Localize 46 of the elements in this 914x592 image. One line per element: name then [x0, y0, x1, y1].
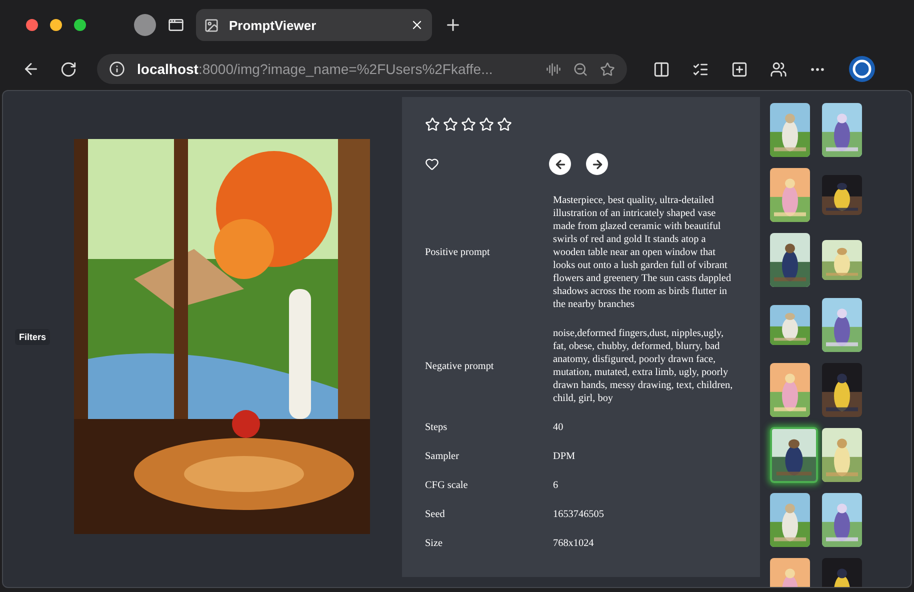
rating-star-icon[interactable] [443, 117, 458, 132]
site-info-icon[interactable] [109, 61, 125, 77]
detail-label: Negative prompt [425, 360, 494, 372]
detail-label: Sampler [425, 450, 459, 463]
detail-value: DPM [553, 450, 576, 463]
reload-icon[interactable] [60, 60, 77, 78]
zoom-window-button[interactable] [74, 19, 86, 31]
detail-value: 1653746505 [553, 508, 604, 521]
detail-value: 768x1024 [553, 537, 594, 550]
copilot-icon[interactable] [848, 55, 876, 83]
browser-tab[interactable]: PromptViewer [196, 9, 432, 41]
rating-star-icon[interactable] [425, 117, 440, 132]
add-favorite-icon[interactable] [600, 62, 615, 76]
detail-value: 6 [553, 479, 558, 492]
zoom-out-icon[interactable] [573, 62, 588, 76]
profile-avatar[interactable] [134, 14, 156, 36]
minimize-window-button[interactable] [50, 19, 62, 31]
close-tab-icon[interactable] [410, 18, 424, 32]
rating-star-icon[interactable] [497, 117, 512, 132]
back-icon[interactable] [22, 60, 40, 78]
detail-label: Steps [425, 421, 448, 434]
profile-icon[interactable] [770, 60, 787, 78]
url-text: localhost:8000/img?image_name=%2FUsers%2Fkaffe... [137, 61, 494, 77]
tab-favicon-icon [204, 18, 219, 32]
filters-tab[interactable]: Filters [15, 329, 50, 345]
detail-value: Masterpiece, best quality, ultra-detailed illustration of an intricately shaped vase made from glazed ceramic with beautiful swirls of red and gold It stands atop a wooden table near an open window that looks out onto a lush garden full of vibrant flowers and greenery The sun casts dappled shadows across the room as birds flutter in the nearby branches [553, 194, 732, 311]
collections-icon[interactable] [731, 60, 748, 78]
right-arrow-icon [590, 158, 604, 170]
previous-button[interactable] [549, 153, 572, 175]
next-button[interactable] [586, 153, 608, 175]
detail-label: CFG scale [425, 479, 468, 492]
detail-value: noise,deformed fingers,dust, nipples,ugly, fat, obese, chubby, deformed, blurry, bad anatomy, disfigured, poorly drawn face, mutation, mutated, extra limb, ugly, poorly drawn hands, messy drawing, text, children, child, girl, boy [553, 327, 734, 405]
address-bar[interactable]: localhost:8000/img?image_name=%2FUsers%2Fkaffe... [97, 54, 627, 84]
rating-star-icon[interactable] [461, 117, 476, 132]
split-screen-icon[interactable] [653, 60, 670, 78]
detail-value: 40 [553, 421, 564, 434]
read-aloud-icon[interactable] [546, 62, 561, 76]
detail-label: Size [425, 537, 443, 550]
tab-actions-icon[interactable] [168, 17, 184, 33]
favorite-button[interactable] [425, 157, 440, 171]
close-window-button[interactable] [26, 19, 38, 31]
detail-label: Seed [425, 508, 445, 521]
rating-star-icon[interactable] [479, 117, 494, 132]
new-tab-icon[interactable] [444, 16, 462, 34]
left-arrow-icon [554, 158, 567, 170]
detail-label: Positive prompt [425, 246, 490, 259]
